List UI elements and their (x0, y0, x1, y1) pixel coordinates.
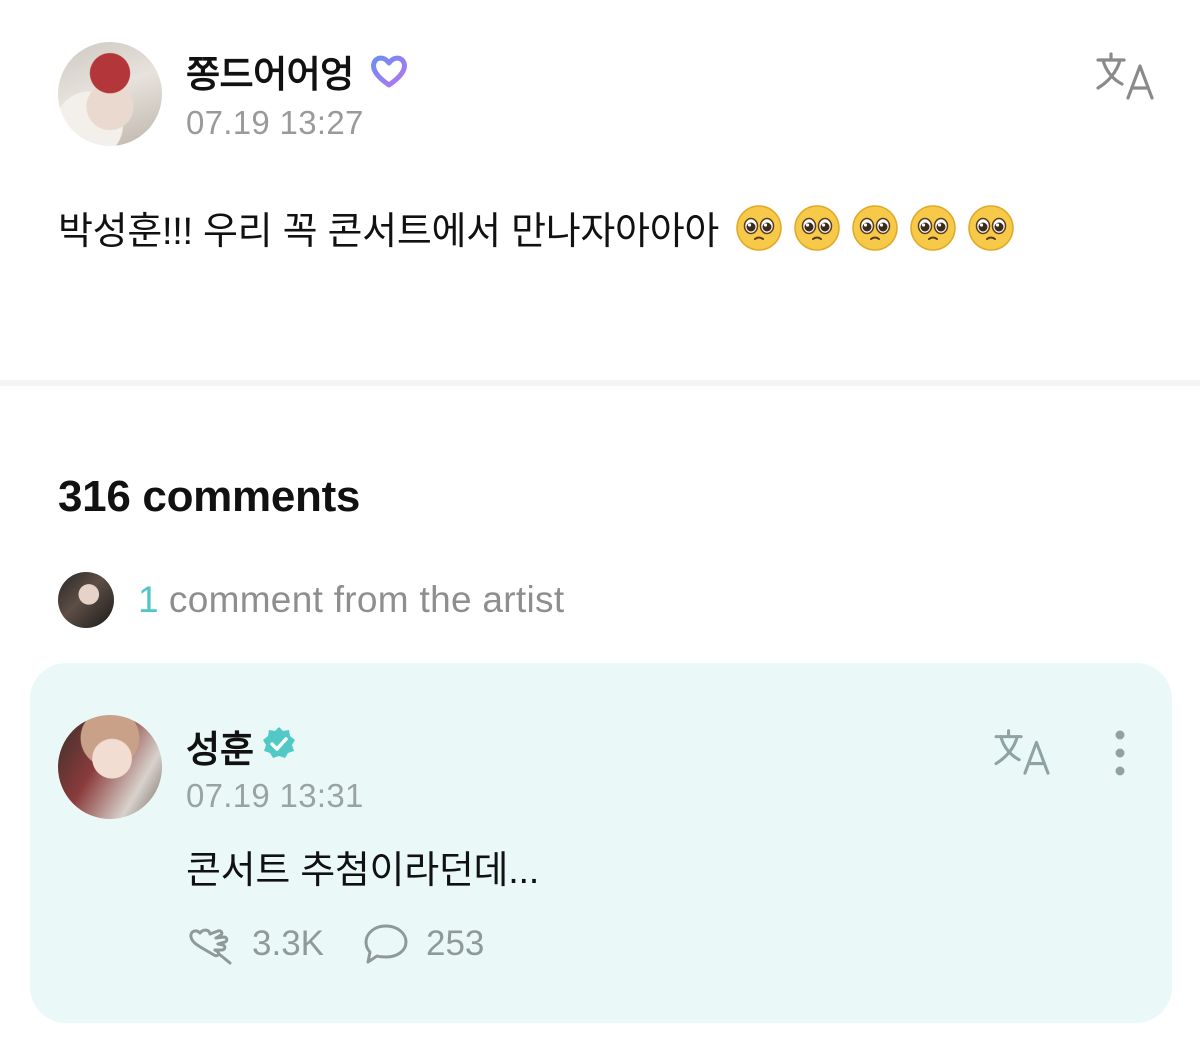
comments-count-heading: 316 comments (58, 472, 361, 521)
post-content: 박성훈!!! 우리 꼭 콘서트에서 만나자아아아 (58, 200, 1015, 255)
section-divider (0, 380, 1200, 386)
artist-comments-summary[interactable]: 1 comment from the artist (58, 570, 564, 630)
speech-bubble-icon (364, 924, 408, 964)
like-count: 3.3K (252, 924, 324, 963)
reply-button[interactable]: 253 (360, 921, 484, 967)
artist-comment-text: 콘서트 추첨이라던데... (186, 850, 539, 892)
reply-count: 253 (426, 924, 485, 963)
more-vertical-icon[interactable] (1108, 729, 1132, 777)
heart-badge-icon (371, 55, 407, 88)
pleading-face-emoji-2 (794, 204, 840, 251)
comment-actions: 3.3K 253 (186, 919, 484, 969)
pleading-face-emoji-5 (968, 204, 1014, 251)
artist-avatar[interactable] (58, 715, 162, 819)
artist-name[interactable]: 성훈 (186, 719, 254, 773)
artist-comment-timestamp: 07.19 13:31 (186, 777, 364, 814)
translate-icon[interactable] (992, 727, 1054, 777)
pleading-face-emoji-4 (910, 204, 956, 251)
pleading-face-emoji-1 (736, 204, 782, 251)
artist-comment-card: 성훈 07.19 13:31 콘서트 추첨이라던데... 3.3K 253 (30, 663, 1172, 1023)
artist-comment-count: 1 (138, 579, 159, 620)
heart-hand-icon (189, 928, 232, 965)
post-timestamp: 07.19 13:27 (186, 104, 364, 141)
pleading-face-emoji-3 (852, 204, 898, 251)
post-author-avatar[interactable] (58, 42, 162, 146)
translate-icon[interactable] (1094, 50, 1158, 102)
post-author-name[interactable]: 쫑드어어엉 (186, 44, 354, 98)
artist-mini-avatar (58, 572, 114, 628)
verified-badge-icon (263, 727, 295, 758)
like-button[interactable]: 3.3K (186, 921, 324, 967)
post-header: 쫑드어어엉 07.19 13:27 (58, 42, 1158, 152)
artist-comment-label: comment from the artist (168, 579, 565, 620)
post-text: 박성훈!!! 우리 꼭 콘서트에서 만나자아아아 (58, 211, 720, 253)
post-detail-page: 쫑드어어엉 07.19 13:27 박성훈!!! 우리 꼭 콘서트에서 만나자아… (0, 0, 1200, 1058)
emoji-group (735, 204, 1015, 252)
